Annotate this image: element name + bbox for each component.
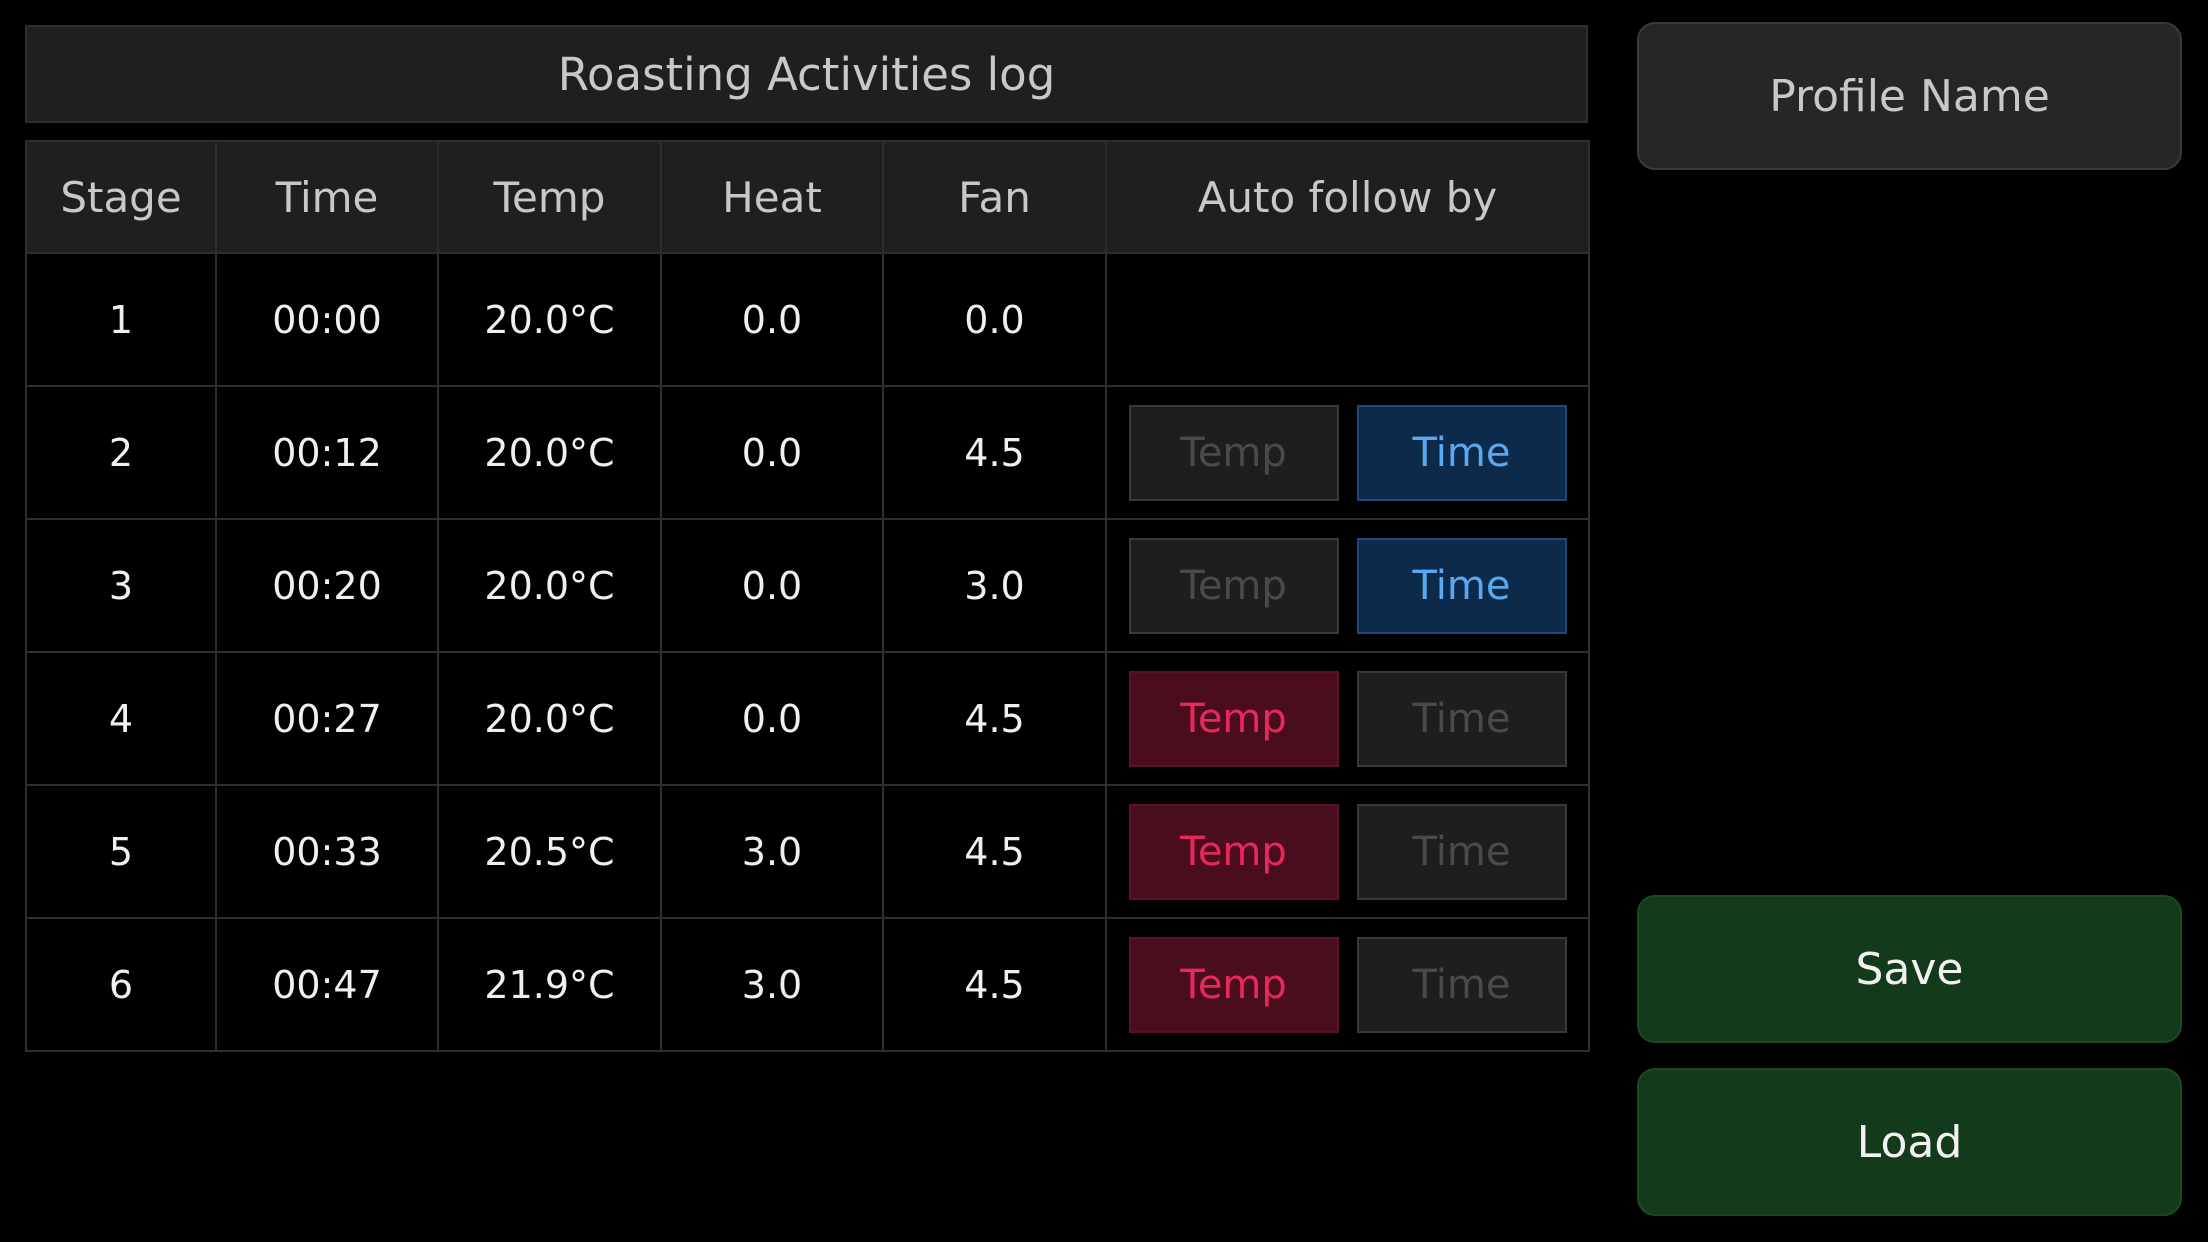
cell-heat: 0.0	[660, 651, 884, 786]
table-row: 1 00:00 20.0°C 0.0 0.0	[25, 252, 1590, 387]
cell-time: 00:33	[215, 784, 439, 919]
follow-toggle-group: Temp Time	[1107, 537, 1588, 634]
cell-temp: 20.5°C	[437, 784, 662, 919]
cell-time: 00:00	[215, 252, 439, 387]
cell-stage: 4	[25, 651, 217, 786]
cell-temp: 20.0°C	[437, 385, 662, 520]
table-row: 3 00:20 20.0°C 0.0 3.0 Temp Time	[25, 518, 1590, 653]
table-row: 6 00:47 21.9°C 3.0 4.5 Temp Time	[25, 917, 1590, 1052]
follow-toggle-group: Temp Time	[1107, 936, 1588, 1033]
cell-auto-follow: Temp Time	[1105, 518, 1590, 653]
follow-toggle-group: Temp Time	[1107, 404, 1588, 501]
follow-time-button[interactable]: Time	[1356, 936, 1567, 1033]
cell-time: 00:12	[215, 385, 439, 520]
cell-auto-follow	[1105, 252, 1590, 387]
cell-temp: 20.0°C	[437, 518, 662, 653]
column-header-temp: Temp	[437, 140, 662, 254]
roasting-log-table: Stage Time Temp Heat Fan Auto follow by …	[25, 140, 1590, 1052]
column-header-heat: Heat	[660, 140, 884, 254]
cell-heat: 3.0	[660, 917, 884, 1052]
cell-heat: 0.0	[660, 252, 884, 387]
cell-time: 00:27	[215, 651, 439, 786]
column-header-fan: Fan	[882, 140, 1107, 254]
cell-time: 00:47	[215, 917, 439, 1052]
follow-temp-button[interactable]: Temp	[1128, 936, 1339, 1033]
table-header-row: Stage Time Temp Heat Fan Auto follow by	[25, 140, 1590, 254]
cell-stage: 5	[25, 784, 217, 919]
follow-time-button[interactable]: Time	[1356, 404, 1567, 501]
table-row: 4 00:27 20.0°C 0.0 4.5 Temp Time	[25, 651, 1590, 786]
table-row: 2 00:12 20.0°C 0.0 4.5 Temp Time	[25, 385, 1590, 520]
cell-temp: 20.0°C	[437, 651, 662, 786]
cell-fan: 4.5	[882, 917, 1107, 1052]
cell-temp: 21.9°C	[437, 917, 662, 1052]
follow-time-button[interactable]: Time	[1356, 537, 1567, 634]
cell-stage: 1	[25, 252, 217, 387]
follow-temp-button[interactable]: Temp	[1128, 537, 1339, 634]
column-header-stage: Stage	[25, 140, 217, 254]
cell-fan: 4.5	[882, 784, 1107, 919]
log-title: Roasting Activities log	[25, 25, 1588, 123]
follow-temp-button[interactable]: Temp	[1128, 803, 1339, 900]
cell-stage: 2	[25, 385, 217, 520]
follow-temp-button[interactable]: Temp	[1128, 404, 1339, 501]
profile-name-button[interactable]: Profile Name	[1637, 22, 2182, 170]
cell-fan: 0.0	[882, 252, 1107, 387]
cell-auto-follow: Temp Time	[1105, 784, 1590, 919]
column-header-time: Time	[215, 140, 439, 254]
load-button[interactable]: Load	[1637, 1068, 2182, 1216]
cell-fan: 3.0	[882, 518, 1107, 653]
cell-stage: 6	[25, 917, 217, 1052]
cell-heat: 0.0	[660, 518, 884, 653]
cell-time: 00:20	[215, 518, 439, 653]
cell-fan: 4.5	[882, 385, 1107, 520]
cell-fan: 4.5	[882, 651, 1107, 786]
cell-stage: 3	[25, 518, 217, 653]
follow-toggle-group: Temp Time	[1107, 803, 1588, 900]
cell-heat: 3.0	[660, 784, 884, 919]
cell-auto-follow: Temp Time	[1105, 651, 1590, 786]
cell-auto-follow: Temp Time	[1105, 385, 1590, 520]
cell-heat: 0.0	[660, 385, 884, 520]
cell-temp: 20.0°C	[437, 252, 662, 387]
follow-toggle-group: Temp Time	[1107, 670, 1588, 767]
column-header-auto-follow: Auto follow by	[1105, 140, 1590, 254]
save-button[interactable]: Save	[1637, 895, 2182, 1043]
follow-time-button[interactable]: Time	[1356, 670, 1567, 767]
table-row: 5 00:33 20.5°C 3.0 4.5 Temp Time	[25, 784, 1590, 919]
cell-auto-follow: Temp Time	[1105, 917, 1590, 1052]
follow-temp-button[interactable]: Temp	[1128, 670, 1339, 767]
follow-time-button[interactable]: Time	[1356, 803, 1567, 900]
